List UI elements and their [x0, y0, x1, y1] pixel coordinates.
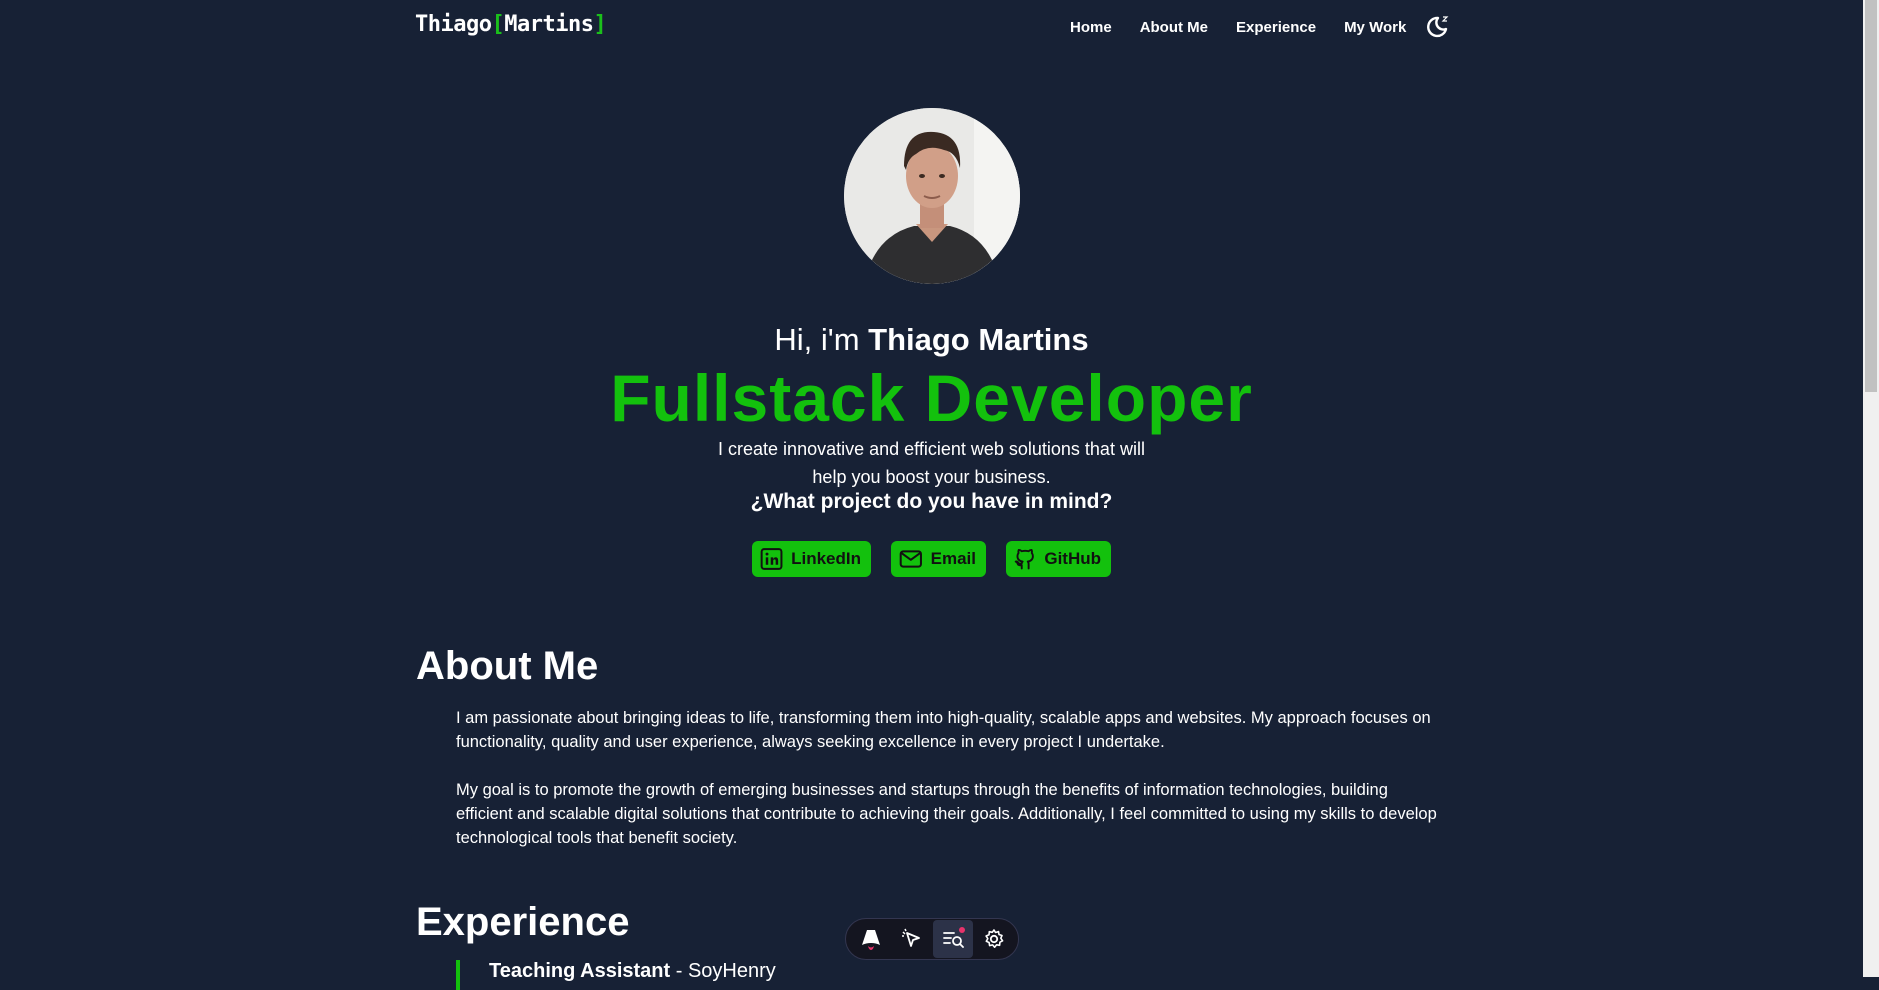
experience-separator: - — [670, 960, 688, 982]
settings-gear-icon — [984, 929, 1003, 948]
greeting-prefix: Hi, i'm — [774, 322, 869, 357]
github-label: GitHub — [1044, 549, 1101, 568]
mail-icon — [899, 550, 922, 568]
experience-item: Teaching Assistant - SoyHenry — [456, 960, 776, 990]
github-button[interactable]: GitHub — [1006, 541, 1111, 577]
nav-experience[interactable]: Experience — [1236, 19, 1316, 36]
experience-heading: Experience — [416, 900, 630, 944]
hero-role: Fullstack Developer — [610, 361, 1253, 435]
devbar-settings-button[interactable] — [974, 920, 1014, 958]
linkedin-label: LinkedIn — [791, 549, 861, 568]
theme-toggle-button[interactable] — [1424, 14, 1450, 40]
tagline-line-2: help you boost your business. — [812, 467, 1051, 487]
hero-question: ¿What project do you have in mind? — [750, 490, 1113, 513]
logo-bracket-close: ] — [593, 12, 607, 37]
inspect-cursor-icon — [901, 928, 920, 947]
nav-home[interactable]: Home — [1070, 19, 1112, 36]
email-button[interactable]: Email — [891, 541, 986, 577]
linkedin-icon — [760, 548, 783, 570]
experience-company: SoyHenry — [687, 960, 776, 982]
tagline-line-1: I create innovative and efficient web so… — [718, 439, 1145, 459]
profile-photo — [844, 108, 1020, 284]
dev-toolbar — [845, 918, 1019, 960]
about-heading: About Me — [416, 644, 599, 688]
logo-first-name: Thiago — [415, 12, 492, 37]
linkedin-button[interactable]: LinkedIn — [752, 541, 871, 577]
site-logo[interactable]: Thiago[Martins] — [415, 12, 607, 37]
profile-avatar — [844, 108, 1020, 284]
moon-stars-icon — [1427, 16, 1449, 38]
nav-my-work[interactable]: My Work — [1344, 19, 1406, 36]
devbar-astro-button[interactable] — [851, 920, 891, 958]
experience-role: Teaching Assistant — [489, 960, 671, 982]
site-header: Thiago[Martins] Home About Me Experience… — [0, 0, 1863, 56]
about-paragraph-2: My goal is to promote the growth of emer… — [456, 781, 1437, 847]
astro-logo-icon — [861, 930, 880, 950]
page-scrollbar[interactable] — [1863, 0, 1879, 977]
devbar-inspect-button[interactable] — [892, 920, 932, 958]
logo-bracket-open: [ — [491, 12, 505, 37]
logo-last-name: Martins — [504, 12, 594, 37]
nav-about-me[interactable]: About Me — [1140, 19, 1208, 36]
hero-greeting: Hi, i'm Thiago Martins — [0, 322, 1863, 358]
audit-notification-dot — [958, 927, 965, 933]
email-label: Email — [930, 549, 976, 568]
about-paragraph-1: I am passionate about bringing ideas to … — [456, 709, 1431, 751]
hero-name: Thiago Martins — [868, 322, 1089, 357]
hero-tagline: I create innovative and efficient web so… — [0, 435, 1863, 491]
devbar-audit-button[interactable] — [932, 920, 973, 958]
scrollbar-thumb[interactable] — [1865, 0, 1877, 392]
github-icon — [1014, 549, 1034, 570]
main-nav: Home About Me Experience My Work — [1070, 19, 1434, 36]
